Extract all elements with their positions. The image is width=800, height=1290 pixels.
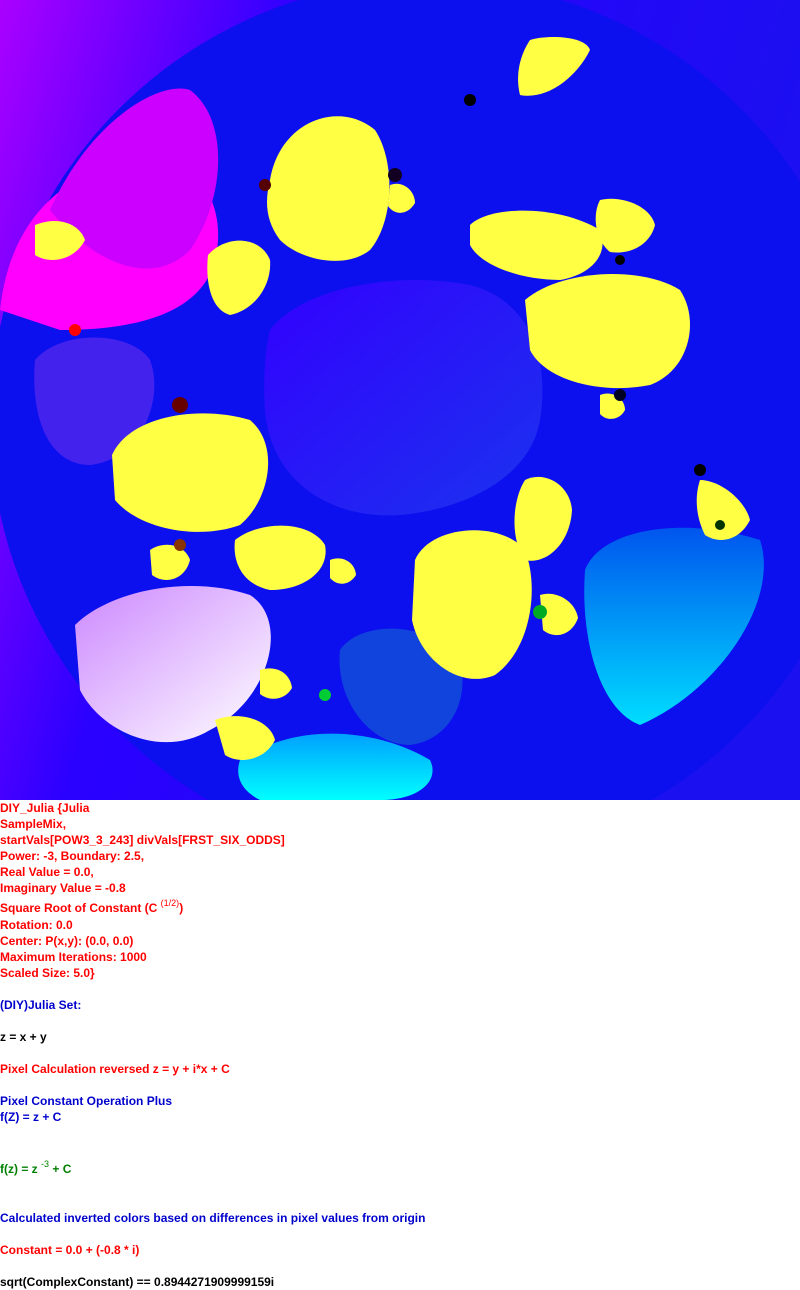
center-line: Center: P(x,y): (0.0, 0.0)	[0, 934, 134, 948]
scaled-size-line: Scaled Size: 5.0}	[0, 966, 95, 980]
fz-exponent: -3	[41, 1159, 50, 1169]
param-line-1: DIY_Julia {Julia	[0, 801, 90, 815]
fz-power-line: f(z) = z -3 + C	[0, 1159, 72, 1177]
pixel-calculation: Pixel Calculation reversed z = y + i*x +…	[0, 1062, 230, 1076]
max-iterations-line: Maximum Iterations: 1000	[0, 950, 147, 964]
sqrt-value-line: sqrt(ComplexConstant) == 0.8944271909999…	[0, 1275, 275, 1289]
constant-line: Constant = 0.0 + (-0.8 * i)	[0, 1243, 140, 1257]
fz-prefix: f(z) = z	[0, 1162, 38, 1176]
param-line-5: Real Value = 0.0,	[0, 865, 94, 879]
param-line-6: Imaginary Value = -0.8	[0, 881, 126, 895]
z-definition: z = x + y	[0, 1030, 47, 1044]
sqrt-close: )	[179, 901, 184, 915]
color-description: Calculated inverted colors based on diff…	[0, 1211, 426, 1225]
fz-suffix: + C	[49, 1162, 72, 1176]
param-line-4: Power: -3, Boundary: 2.5,	[0, 849, 145, 863]
param-line-2: SampleMix,	[0, 817, 67, 831]
constant-operation: Pixel Constant Operation Plus	[0, 1094, 173, 1108]
sqrt-constant-line: Square Root of Constant (C (1/2))	[0, 898, 184, 916]
info-panel: DIY_Julia {Julia SampleMix, startVals[PO…	[0, 800, 800, 1290]
rotation-line: Rotation: 0.0	[0, 918, 73, 932]
sqrt-exponent: (1/2)	[160, 898, 180, 908]
julia-fractal-image	[0, 0, 800, 800]
julia-set-title: (DIY)Julia Set:	[0, 998, 82, 1012]
param-line-3: startVals[POW3_3_243] divVals[FRST_SIX_O…	[0, 833, 285, 847]
fz-plus-line: f(Z) = z + C	[0, 1110, 62, 1124]
central-region	[264, 280, 543, 516]
sqrt-label: Square Root of Constant (C	[0, 901, 158, 915]
